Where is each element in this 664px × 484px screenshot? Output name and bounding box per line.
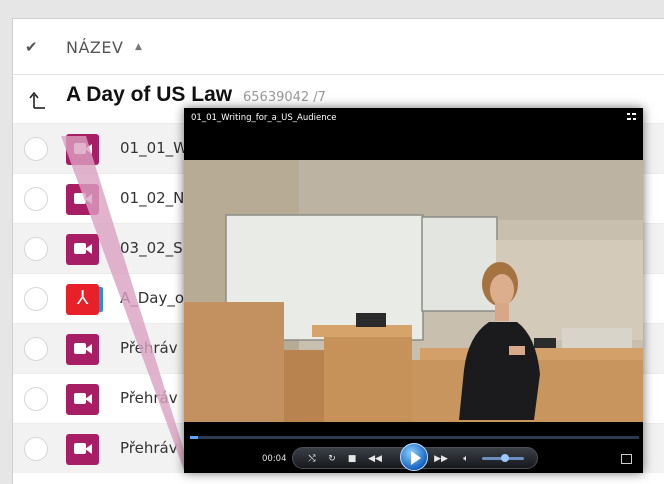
row-select-radio[interactable] [24,387,48,411]
file-name[interactable]: A_Day_o [120,289,184,307]
video-file-icon [66,184,99,215]
seek-bar[interactable] [190,436,639,439]
row-select-radio[interactable] [24,337,48,361]
file-name[interactable]: Přehráv [120,339,178,357]
player-title: 01_01_Writing_for_a_US_Audience [191,113,337,123]
row-select-radio[interactable] [24,437,48,461]
file-name[interactable]: Přehráv [120,439,178,457]
row-select-radio[interactable] [24,287,48,311]
row-select-radio[interactable] [24,137,48,161]
video-file-icon [66,234,99,265]
elapsed-time: 00:04 [262,454,287,464]
repeat-icon[interactable]: ↻ [325,452,339,466]
video-file-icon [66,334,99,365]
volume-icon[interactable]: 🔈︎ [459,452,473,466]
column-name-header[interactable]: NÁZEV [66,38,123,57]
video-frame[interactable] [184,160,643,422]
select-all-checkmark-icon[interactable]: ✔ [25,38,38,56]
fast-forward-icon[interactable]: ▶▶ [434,452,448,466]
shuffle-icon[interactable]: ⤭ [305,452,319,466]
player-controls: 00:04 ⤭ ↻ ■ ◀◀ ▶▶ 🔈︎ [184,432,643,473]
rewind-icon[interactable]: ◀◀ [368,452,382,466]
go-up-icon[interactable] [29,90,47,110]
sort-ascending-icon[interactable]: ▲ [135,42,142,52]
fullscreen-icon[interactable] [621,454,632,464]
file-name[interactable]: Přehráv [120,389,178,407]
video-player-window[interactable]: 01_01_Writing_for_a_US_Audience 00:04 ⤭ … [184,108,643,473]
stop-icon[interactable]: ■ [345,452,359,466]
folder-title: A Day of US Law [66,83,233,106]
row-select-radio[interactable] [24,187,48,211]
file-name[interactable]: 03_02_S [120,239,183,257]
file-name[interactable]: 01_02_N [120,189,184,207]
list-header: ✔ NÁZEV ▲ [13,19,664,75]
video-file-icon [66,434,99,465]
row-select-radio[interactable] [24,237,48,261]
folder-meta: 65639042 /7 [243,90,326,105]
player-menu-icon[interactable] [627,112,637,122]
video-file-icon [66,134,99,165]
video-file-icon [66,384,99,415]
play-button[interactable] [400,443,428,471]
pdf-file-icon: ⅄ [66,284,103,315]
seek-progress [190,436,198,439]
volume-slider[interactable] [482,454,524,462]
